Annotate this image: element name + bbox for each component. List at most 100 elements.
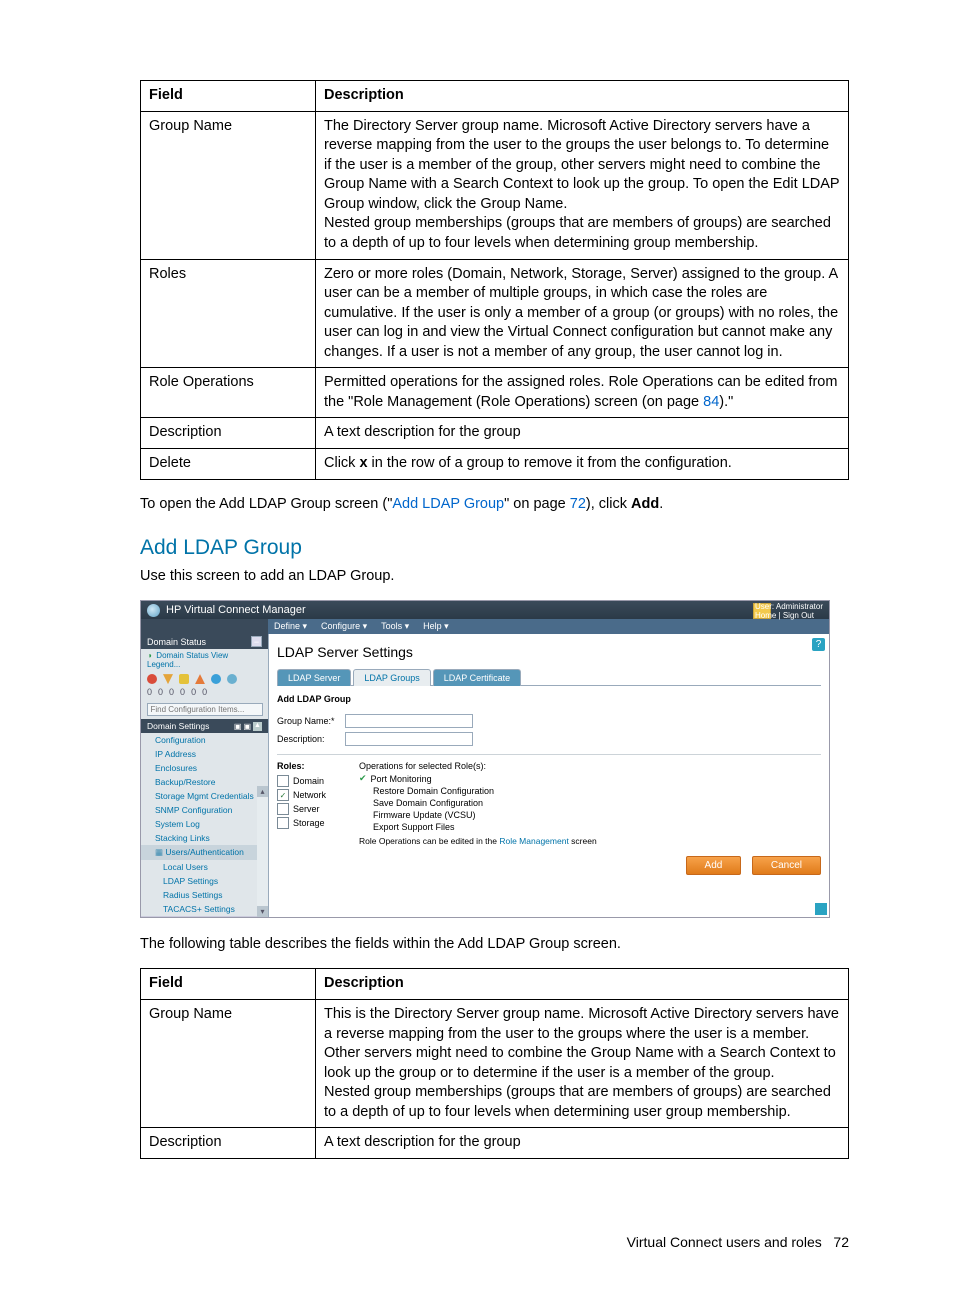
- tab-ldap-server[interactable]: LDAP Server: [277, 669, 351, 686]
- main-menu: Define ▾ Configure ▾ Tools ▾ Help ▾: [268, 619, 829, 634]
- group-name-input[interactable]: [345, 714, 473, 728]
- domain-status-header: Domain Status −: [141, 634, 268, 649]
- collapse-icon[interactable]: −: [251, 636, 262, 647]
- section-intro: Use this screen to add an LDAP Group.: [140, 566, 849, 586]
- section-heading-add-ldap-group: Add LDAP Group: [140, 536, 849, 560]
- page-footer: Virtual Connect users and roles 72: [140, 1234, 849, 1250]
- table-row: Group Name This is the Directory Server …: [141, 1000, 849, 1128]
- nav-ip-address[interactable]: IP Address: [141, 747, 268, 761]
- status-icons: [141, 671, 268, 687]
- description-input[interactable]: [345, 732, 473, 746]
- description-label: Description:: [277, 734, 345, 744]
- role-domain[interactable]: Domain: [277, 775, 337, 787]
- expand-icon[interactable]: ▣: [234, 722, 242, 731]
- group-name-label: Group Name:*: [277, 716, 345, 726]
- app-titlebar: HP Virtual Connect Manager User: Adminis…: [141, 601, 829, 619]
- table2-intro: The following table describes the fields…: [140, 934, 849, 954]
- warning-icon: [195, 674, 205, 684]
- table-row: Delete Click x in the row of a group to …: [141, 449, 849, 480]
- scroll-up-icon[interactable]: ▲: [253, 722, 262, 731]
- checkbox-icon: [277, 803, 289, 815]
- check-icon: ✔: [359, 773, 367, 784]
- page-link-84[interactable]: 84: [703, 394, 719, 410]
- status-counts: 000000: [141, 687, 268, 700]
- checkbox-icon: [277, 775, 289, 787]
- table-row: Role Operations Permitted operations for…: [141, 368, 849, 418]
- field-description-table-1: Field Description Group Name The Directo…: [140, 80, 849, 480]
- checkbox-icon: ✓: [277, 789, 289, 801]
- domain-status-link[interactable]: ◑ Domain Status View Legend...: [141, 649, 268, 671]
- sign-out-link[interactable]: Sign Out: [783, 611, 814, 620]
- tab-ldap-groups[interactable]: LDAP Groups: [353, 669, 430, 686]
- nav-users-auth[interactable]: ▦ Users/Authentication: [141, 845, 268, 860]
- op-save-domain: Save Domain Configuration: [373, 798, 597, 808]
- table-row: Group Name The Directory Server group na…: [141, 111, 849, 259]
- sidebar-scrollbar[interactable]: ▴ ▾: [257, 786, 268, 917]
- app-title: HP Virtual Connect Manager: [166, 604, 306, 616]
- th-desc: Description: [316, 969, 849, 1000]
- menu-define[interactable]: Define ▾: [274, 621, 307, 632]
- nav-storage-creds[interactable]: Storage Mgmt Credentials: [141, 789, 268, 803]
- table-row: Description A text description for the g…: [141, 1128, 849, 1159]
- form-heading: Add LDAP Group: [277, 694, 821, 704]
- th-field: Field: [141, 969, 316, 1000]
- op-restore-domain: Restore Domain Configuration: [373, 786, 597, 796]
- error-icon: [147, 674, 157, 684]
- scroll-up-arrow-icon[interactable]: ▴: [257, 786, 268, 797]
- op-export-support: Export Support Files: [373, 822, 597, 832]
- find-config-input[interactable]: [147, 703, 263, 716]
- main-panel: ? LDAP Server Settings LDAP Server LDAP …: [269, 634, 829, 917]
- hp-logo-icon: [147, 604, 160, 617]
- open-add-ldap-text: To open the Add LDAP Group screen ("Add …: [140, 494, 849, 514]
- info-icon: [179, 674, 189, 684]
- nav-snmp[interactable]: SNMP Configuration: [141, 803, 268, 817]
- op-firmware-update: Firmware Update (VCSU): [373, 810, 597, 820]
- page-link-72[interactable]: 72: [570, 496, 586, 512]
- vcm-screenshot: HP Virtual Connect Manager User: Adminis…: [140, 600, 830, 918]
- roles-heading: Roles:: [277, 761, 337, 771]
- ops-heading: Operations for selected Role(s):: [359, 761, 597, 771]
- checkbox-icon: [277, 817, 289, 829]
- filter-icon: [163, 674, 173, 684]
- table-row: Description A text description for the g…: [141, 418, 849, 449]
- role-ops-note: Role Operations can be edited in the Rol…: [359, 836, 597, 846]
- scroll-down-arrow-icon[interactable]: ▾: [257, 906, 268, 917]
- unknown-icon: [227, 674, 237, 684]
- panel-title: LDAP Server Settings: [277, 644, 821, 660]
- nav-local-users[interactable]: Local Users: [141, 860, 268, 874]
- nav-system-log[interactable]: System Log: [141, 817, 268, 831]
- th-field: Field: [141, 81, 316, 112]
- nav-configuration[interactable]: Configuration: [141, 733, 268, 747]
- role-storage[interactable]: Storage: [277, 817, 337, 829]
- th-desc: Description: [316, 81, 849, 112]
- ok-icon: [211, 674, 221, 684]
- domain-settings-header: Domain Settings ▣ ▣ ▲: [141, 719, 268, 733]
- expand2-icon[interactable]: ▣: [243, 722, 251, 731]
- menu-tools[interactable]: Tools ▾: [381, 621, 409, 632]
- role-management-link[interactable]: Role Management: [499, 836, 568, 846]
- divider: [277, 754, 821, 755]
- tab-ldap-certificate[interactable]: LDAP Certificate: [433, 669, 521, 686]
- cancel-button[interactable]: Cancel: [752, 856, 821, 875]
- nav-radius-settings[interactable]: Radius Settings: [141, 888, 268, 902]
- sidebar: Domain Status − ◑ Domain Status View Leg…: [141, 634, 269, 917]
- help-icon[interactable]: ?: [812, 638, 825, 651]
- nav-stacking-links[interactable]: Stacking Links: [141, 831, 268, 845]
- role-network[interactable]: ✓Network: [277, 789, 337, 801]
- nav-ldap-settings[interactable]: LDAP Settings: [141, 874, 268, 888]
- add-button[interactable]: Add: [686, 856, 742, 875]
- add-ldap-group-link[interactable]: Add LDAP Group: [392, 496, 504, 512]
- user-info: User: Administrator Home | Sign Out: [755, 603, 823, 621]
- home-link[interactable]: Home: [755, 611, 776, 620]
- resize-icon[interactable]: [815, 903, 827, 915]
- field-description-table-2: Field Description Group Name This is the…: [140, 968, 849, 1159]
- menu-configure[interactable]: Configure ▾: [321, 621, 367, 632]
- role-server[interactable]: Server: [277, 803, 337, 815]
- op-port-monitoring: ✔Port Monitoring: [359, 773, 597, 784]
- nav-enclosures[interactable]: Enclosures: [141, 761, 268, 775]
- nav-backup-restore[interactable]: Backup/Restore: [141, 775, 268, 789]
- menu-help[interactable]: Help ▾: [423, 621, 449, 632]
- table-row: Roles Zero or more roles (Domain, Networ…: [141, 259, 849, 368]
- nav-tacacs-settings[interactable]: TACACS+ Settings: [141, 902, 268, 917]
- tabs: LDAP Server LDAP Groups LDAP Certificate: [277, 668, 821, 686]
